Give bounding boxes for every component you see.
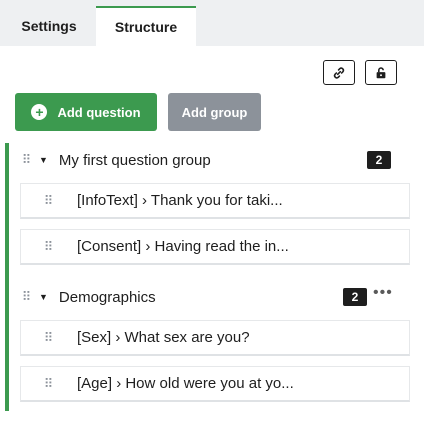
drag-handle-icon[interactable]: ⠿: [17, 152, 35, 168]
question-label: [Sex] › What sex are you?: [77, 329, 250, 346]
drag-handle-icon[interactable]: ⠿: [39, 193, 57, 209]
question-label: [Age] › How old were you at yo...: [77, 375, 294, 392]
question-row[interactable]: ⠿ [Age] › How old were you at yo...: [20, 366, 410, 402]
drag-handle-icon[interactable]: ⠿: [39, 376, 57, 392]
question-tree: ⠿ ▼ My first question group 2 ⠿ [InfoTex…: [5, 143, 410, 411]
question-label: [Consent] › Having read the in...: [77, 238, 289, 255]
add-question-button[interactable]: + Add question: [15, 93, 157, 131]
tab-structure[interactable]: Structure: [96, 6, 196, 46]
add-question-label: Add question: [57, 104, 141, 120]
question-count-badge: 2: [367, 151, 391, 169]
link-icon: [333, 66, 345, 79]
question-row[interactable]: ⠿ [InfoText] › Thank you for taki...: [20, 183, 410, 219]
drag-handle-icon[interactable]: ⠿: [39, 330, 57, 346]
add-group-button[interactable]: Add group: [168, 93, 261, 131]
chevron-down-icon[interactable]: ▼: [39, 292, 48, 302]
unlock-icon: [376, 66, 386, 78]
group-title: My first question group: [58, 151, 211, 169]
structure-panel: + Add question Add group ⠿ ▼ My first qu…: [5, 46, 424, 423]
plus-circle-icon: +: [31, 104, 48, 120]
drag-handle-icon[interactable]: ⠿: [39, 239, 57, 255]
drag-handle-icon[interactable]: ⠿: [17, 289, 35, 305]
question-row[interactable]: ⠿ [Sex] › What sex are you?: [20, 320, 410, 356]
lock-button[interactable]: [365, 60, 397, 85]
question-label: [InfoText] › Thank you for taki...: [77, 192, 283, 209]
more-options-icon[interactable]: •••: [373, 284, 393, 302]
question-row[interactable]: ⠿ [Consent] › Having read the in...: [20, 229, 410, 265]
group-title: Demographics: [58, 288, 156, 306]
tab-bar: Settings Structure: [0, 0, 424, 46]
group-row[interactable]: ⠿ ▼ My first question group 2: [9, 143, 409, 177]
question-count-badge: 2: [343, 288, 367, 306]
chevron-down-icon[interactable]: ▼: [39, 155, 48, 165]
tab-settings[interactable]: Settings: [0, 6, 98, 46]
link-button[interactable]: [323, 60, 355, 85]
add-group-label: Add group: [181, 104, 248, 120]
group-row[interactable]: ⠿ ▼ Demographics 2 •••: [9, 280, 409, 314]
